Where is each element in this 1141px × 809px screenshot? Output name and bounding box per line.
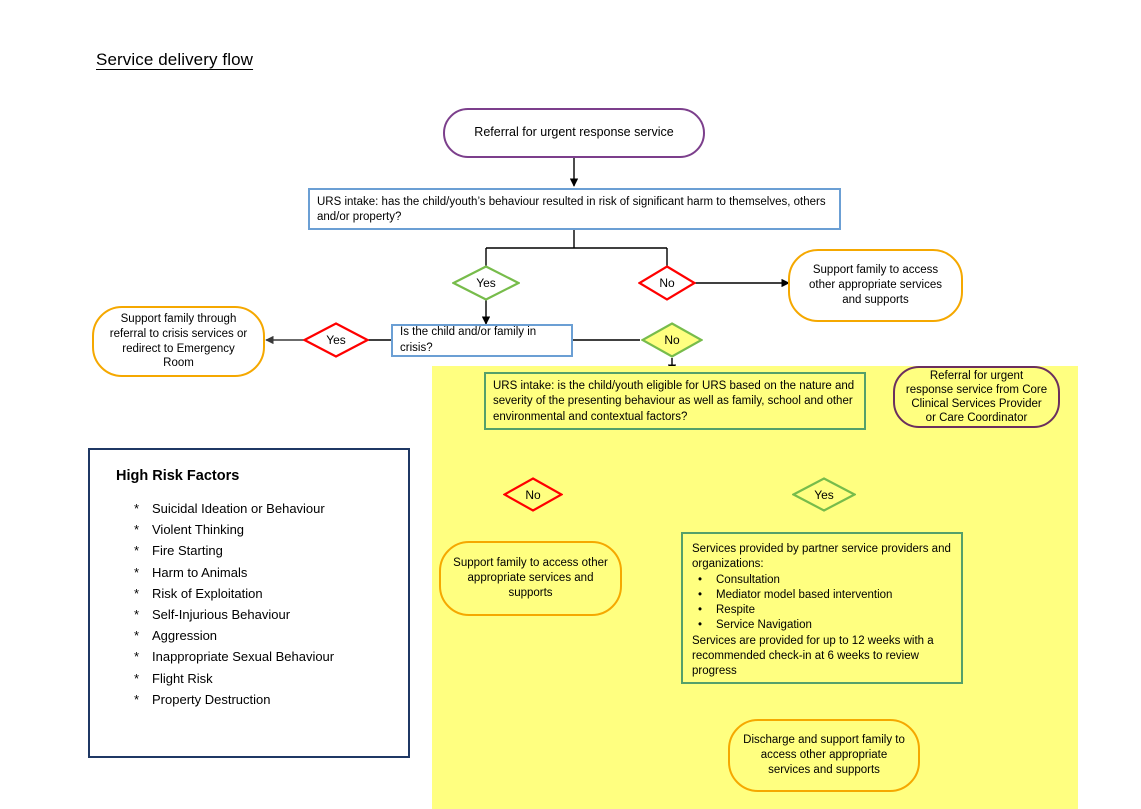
list-item-label: Service Navigation [716,619,812,632]
bullet-char: * [134,606,140,622]
services-bullet-list: • Consultation • Mediator model based in… [692,573,892,634]
list-item: * Property Destruction [106,689,392,710]
bullet-char: * [134,522,140,538]
list-item: * Risk of Exploitation [106,583,392,604]
list-item-label: Fire Starting [152,543,223,559]
node-support-other-services-top[interactable]: Support family to access other appropria… [788,249,963,322]
bullet-char: * [134,649,140,665]
node-urs-eligibility-question[interactable]: URS intake: is the child/youth eligible … [484,372,866,430]
decision-eligibility-no-label: No [525,487,541,502]
decision-crisis-yes[interactable]: Yes [303,322,369,358]
decision-crisis-yes-label: Yes [326,333,346,347]
list-item: • Service Navigation [692,618,892,633]
list-item-label: Harm to Animals [152,564,248,580]
list-item: * Self-Injurious Behaviour [106,604,392,625]
decision-harm-no-label: No [659,276,675,290]
node-urs-eligibility-label: URS intake: is the child/youth eligible … [493,380,855,423]
list-item-label: Inappropriate Sexual Behaviour [152,649,335,665]
list-item-label: Property Destruction [152,691,271,707]
bullet-char: * [134,670,140,686]
bullet-char: * [134,691,140,707]
decision-crisis-no[interactable]: No [641,322,703,358]
node-crisis-question-label: Is the child and/or family in crisis? [400,326,537,354]
bullet-char: * [134,564,140,580]
services-intro: Services provided by partner service pro… [692,543,951,571]
node-services-provided[interactable]: Services provided by partner service pro… [681,532,963,684]
node-support-other-services-top-label: Support family to access other appropria… [809,264,942,306]
list-item-label: Suicidal Ideation or Behaviour [152,501,325,516]
bullet-char: * [134,628,140,644]
bullet-char: • [698,619,703,632]
decision-eligibility-yes-label: Yes [814,487,834,502]
node-support-other-services-bottom-label: Support family to access other appropria… [453,557,608,599]
decision-eligibility-yes[interactable]: Yes [792,477,856,512]
node-crisis-referral-label: Support family through referral to crisi… [109,313,248,370]
decision-harm-yes-label: Yes [476,276,496,290]
list-item: * Flight Risk [106,668,392,689]
node-start-referral-label: Referral for urgent response service [474,125,674,140]
decision-crisis-no-label: No [664,333,680,347]
list-item-label: Flight Risk [152,670,213,686]
list-item-label: Mediator model based intervention [716,588,893,601]
node-start-referral[interactable]: Referral for urgent response service [443,108,705,158]
services-footer: Services are provided for up to 12 weeks… [692,634,934,678]
node-urs-intake-harm-label: URS intake: has the child/youth’s behavi… [317,196,826,224]
list-item-label: Respite [716,604,755,617]
list-item-label: Aggression [152,628,218,644]
page-title: Service delivery flow [96,50,254,69]
list-item: • Mediator model based intervention [692,588,892,603]
node-crisis-question[interactable]: Is the child and/or family in crisis? [391,324,573,357]
high-risk-factors-panel: High Risk Factors * Suicidal Ideation or… [88,448,410,758]
node-discharge[interactable]: Discharge and support family to access o… [728,719,920,792]
list-item-label: Consultation [716,573,780,586]
list-item: • Consultation [692,573,892,588]
list-item: * Suicidal Ideation or Behaviour [106,498,392,519]
node-crisis-referral[interactable]: Support family through referral to crisi… [92,306,265,377]
bullet-char: • [698,588,703,601]
decision-harm-yes[interactable]: Yes [452,265,520,301]
list-item: * Inappropriate Sexual Behaviour [106,646,392,667]
list-item: * Violent Thinking [106,519,392,540]
list-item: * Fire Starting [106,540,392,561]
list-item: * Harm to Animals [106,562,392,583]
node-discharge-label: Discharge and support family to access o… [743,734,905,776]
high-risk-factors-list: * Suicidal Ideation or Behaviour * Viole… [106,498,392,710]
bullet-char: * [134,543,140,559]
node-support-other-services-bottom[interactable]: Support family to access other appropria… [439,541,622,616]
bullet-char: • [698,573,703,586]
list-item: * Aggression [106,625,392,646]
bullet-char: • [698,604,703,617]
decision-eligibility-no[interactable]: No [503,477,563,512]
node-urs-intake-harm-question[interactable]: URS intake: has the child/youth’s behavi… [308,188,841,230]
list-item: • Respite [692,603,892,618]
node-core-clinical-referral[interactable]: Referral for urgent response service fro… [893,366,1060,428]
list-item-label: Self-Injurious Behaviour [152,606,291,622]
list-item-label: Risk of Exploitation [152,585,263,601]
bullet-char: * [134,585,140,601]
decision-harm-no[interactable]: No [638,265,696,301]
bullet-char: * [134,501,140,516]
list-item-label: Violent Thinking [152,522,245,538]
node-core-clinical-referral-label: Referral for urgent response service fro… [905,369,1048,425]
high-risk-factors-heading: High Risk Factors [116,468,240,484]
